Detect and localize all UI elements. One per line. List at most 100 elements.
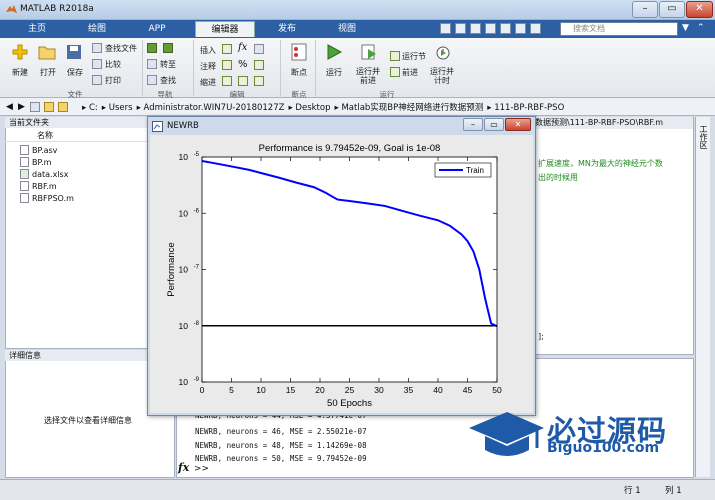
smart-indent-icon[interactable] xyxy=(222,76,232,86)
help-icon[interactable] xyxy=(530,23,541,34)
figure-title: NEWRB xyxy=(167,121,199,131)
file-name: RBFPSO.m xyxy=(32,194,74,203)
goto-button[interactable]: 转至 xyxy=(160,59,176,70)
y-tick-exponent: -6 xyxy=(194,208,200,214)
maximize-button[interactable]: ▭ xyxy=(659,1,685,18)
file-item[interactable]: RBFPSO.m xyxy=(20,193,74,205)
forward-arrow-icon[interactable] xyxy=(163,43,173,53)
fx-icon[interactable]: fx xyxy=(238,42,247,53)
path-segment[interactable]: Desktop xyxy=(295,103,330,113)
ribbon-separator xyxy=(315,40,316,96)
tab-apps[interactable]: APP xyxy=(138,21,176,37)
find-files-button[interactable]: 查找文件 xyxy=(105,43,137,54)
run-time-icon[interactable] xyxy=(434,43,452,61)
watermark-url: Biguo100.com xyxy=(547,440,660,456)
run-section-icon xyxy=(390,51,400,61)
file-item[interactable]: data.xlsx xyxy=(20,169,68,181)
y-tick-label: 10 xyxy=(179,152,189,162)
comment-button[interactable]: 注释 xyxy=(200,61,216,72)
close-button[interactable]: ✕ xyxy=(686,1,713,18)
tab-plots[interactable]: 绘图 xyxy=(78,21,116,37)
uncomment-icon[interactable] xyxy=(254,60,264,70)
minimize-button[interactable]: – xyxy=(632,1,658,18)
col-label: 列 xyxy=(665,486,674,496)
run-advance-button[interactable]: 运行并 前进 xyxy=(356,67,380,85)
percent-icon[interactable]: % xyxy=(238,59,248,70)
run-button[interactable]: 运行 xyxy=(326,67,342,78)
back-icon[interactable]: ◀ xyxy=(6,102,16,112)
paste-icon[interactable] xyxy=(485,23,496,34)
fx-icon[interactable]: fx xyxy=(178,461,189,474)
file-icon xyxy=(20,145,29,155)
new-plus-icon[interactable] xyxy=(11,43,29,61)
back-arrow-icon[interactable] xyxy=(147,43,157,53)
command-prompt[interactable]: >> xyxy=(194,464,209,474)
compare-button[interactable]: 比较 xyxy=(105,59,121,70)
breakpoints-button[interactable]: 断点 xyxy=(291,67,307,78)
file-item[interactable]: BP.asv xyxy=(20,145,57,157)
file-name: RBF.m xyxy=(32,182,57,191)
code-comment-line: 出的时候用 xyxy=(538,173,578,182)
path-segment[interactable]: Administrator.WIN7U-20180127Z xyxy=(144,103,285,113)
figure-minimize-button[interactable]: – xyxy=(463,118,483,131)
y-tick-label: 10 xyxy=(179,265,189,275)
x-tick-label: 40 xyxy=(433,385,443,395)
figure-maximize-button[interactable]: ▭ xyxy=(484,118,504,131)
x-tick-label: 5 xyxy=(229,385,234,395)
browse-folder-icon[interactable] xyxy=(58,102,68,112)
tab-home[interactable]: 主页 xyxy=(18,21,56,37)
save-disk-icon[interactable] xyxy=(65,43,83,61)
breakpoints-icon[interactable] xyxy=(290,43,308,61)
ribbon-separator xyxy=(142,40,143,96)
x-axis-label: 50 Epochs xyxy=(327,398,372,409)
file-item[interactable]: RBF.m xyxy=(20,181,57,193)
save-quick-icon[interactable] xyxy=(440,23,451,34)
search-input[interactable]: 搜索文档 xyxy=(560,22,678,36)
tab-view[interactable]: 视图 xyxy=(328,21,366,37)
undo-icon[interactable] xyxy=(500,23,511,34)
run-play-icon[interactable] xyxy=(325,43,343,61)
decrease-indent-icon[interactable] xyxy=(254,76,264,86)
advance-button[interactable]: 前进 xyxy=(402,67,418,78)
path-segment[interactable]: Users xyxy=(109,103,133,113)
forward-icon[interactable]: ▶ xyxy=(18,102,28,112)
copy-icon[interactable] xyxy=(470,23,481,34)
figure-icon xyxy=(152,121,163,132)
insert-section-icon[interactable] xyxy=(222,44,232,54)
find-magnifier-icon xyxy=(147,75,157,85)
matlab-logo-icon xyxy=(5,3,18,16)
increase-indent-icon[interactable] xyxy=(238,76,248,86)
redo-icon[interactable] xyxy=(515,23,526,34)
comment-icon[interactable] xyxy=(222,60,232,70)
save-button[interactable]: 保存 xyxy=(67,67,83,78)
code-comment-line: 扩展速度，MN为最大的神经元个数 xyxy=(538,159,663,168)
excel-file-icon xyxy=(20,169,29,179)
filter-icon[interactable]: ▼ xyxy=(682,23,693,35)
x-tick-label: 45 xyxy=(463,385,473,395)
open-folder-icon[interactable] xyxy=(38,43,56,61)
path-segment[interactable]: C: xyxy=(89,103,98,113)
new-button[interactable]: 新建 xyxy=(12,67,28,78)
path-segment[interactable]: Matlab实现BP神经网络进行数据预测 xyxy=(341,103,483,113)
folder-icon[interactable] xyxy=(44,102,54,112)
tab-editor[interactable]: 编辑器 xyxy=(195,21,255,37)
workspace-tab[interactable]: 工作区 xyxy=(697,125,709,149)
legend-label: Train xyxy=(466,166,484,175)
print-button[interactable]: 打印 xyxy=(105,75,121,86)
insert-dropdown-icon[interactable] xyxy=(254,44,264,54)
run-time-button[interactable]: 运行并 计时 xyxy=(430,67,454,85)
indent-button[interactable]: 缩进 xyxy=(200,77,216,88)
open-button[interactable]: 打开 xyxy=(40,67,56,78)
run-section-button[interactable]: 运行节 xyxy=(402,51,426,62)
find-button[interactable]: 查找 xyxy=(160,75,176,86)
figure-close-button[interactable]: ✕ xyxy=(505,118,531,131)
path-segment[interactable]: 111-BP-RBF-PSO xyxy=(494,103,564,113)
insert-button[interactable]: 插入 xyxy=(200,45,216,56)
run-advance-icon[interactable] xyxy=(360,43,378,61)
expand-icon[interactable]: ⌃ xyxy=(697,23,708,35)
tab-publish[interactable]: 发布 xyxy=(268,21,306,37)
up-folder-icon[interactable] xyxy=(30,102,40,112)
details-hint: 选择文件以查看详细信息 xyxy=(44,416,132,425)
cut-icon[interactable] xyxy=(455,23,466,34)
file-item[interactable]: BP.m xyxy=(20,157,51,169)
